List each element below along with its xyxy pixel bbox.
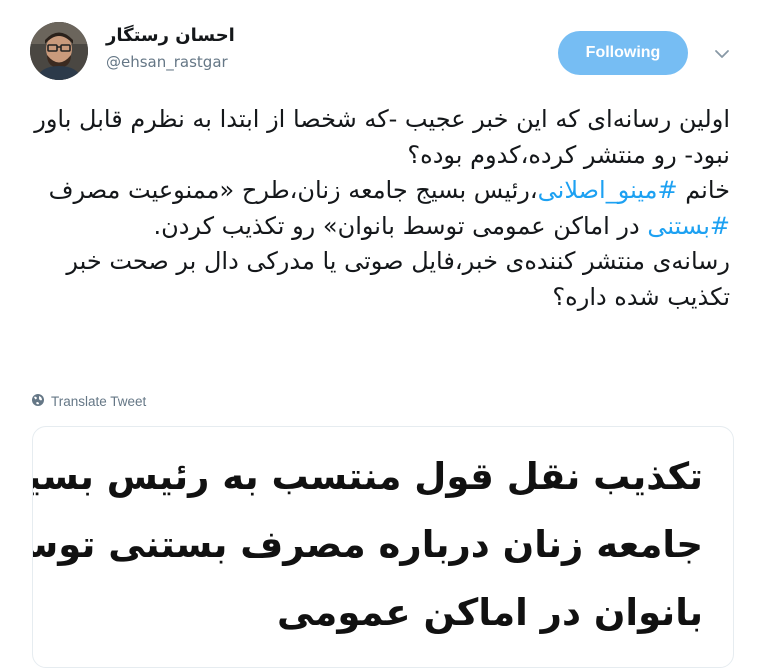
hashtag-link[interactable]: #مینو_اصلانی [538, 176, 678, 204]
tweet-paragraph: خانم #مینو_اصلانی،رئیس بسیج جامعه زنان،ط… [30, 173, 730, 244]
headline-line: جامعه زنان درباره مصرف بستنی توسط [32, 523, 703, 566]
tweet-text-segment: ،رئیس بسیج جامعه زنان،طرح «ممنوعیت مصرف [48, 176, 538, 204]
globe-icon [31, 393, 45, 410]
headline-line: تکذیب نقل قول منتسب به رئیس بسیج [32, 455, 703, 498]
chevron-down-icon[interactable] [712, 44, 732, 64]
tweet-paragraph: رسانه‌ی منتشر کننده‌ی خبر،فایل صوتی یا م… [66, 247, 730, 311]
author-display-name[interactable]: احسان رستگار [106, 24, 235, 48]
tweet-text-segment: در اماکن عمومی توسط بانوان» رو تکذیب کرد… [153, 211, 648, 240]
headline-line: بانوان در اماکن عمومی [277, 591, 703, 634]
avatar[interactable] [30, 22, 88, 80]
tweet-text-segment: خانم [677, 176, 730, 204]
author-block[interactable]: احسان رستگار @ehsan_rastgar [106, 24, 235, 72]
translate-label[interactable]: Translate Tweet [51, 394, 146, 409]
tweet-text: اولین رسانه‌ای که این خبر عجیب -که شخصا … [30, 102, 730, 315]
media-headline: تکذیب نقل قول منتسب به رئیس بسیج جامعه ز… [32, 443, 703, 647]
author-handle[interactable]: @ehsan_rastgar [106, 52, 235, 72]
tweet-paragraph: اولین رسانه‌ای که این خبر عجیب -که شخصا … [34, 105, 730, 169]
media-card[interactable]: تکذیب نقل قول منتسب به رئیس بسیج جامعه ز… [32, 426, 734, 668]
following-button[interactable]: Following [558, 31, 688, 75]
translate-tweet-link[interactable]: Translate Tweet [31, 393, 146, 410]
hashtag-link[interactable]: #بستنی [647, 212, 730, 240]
